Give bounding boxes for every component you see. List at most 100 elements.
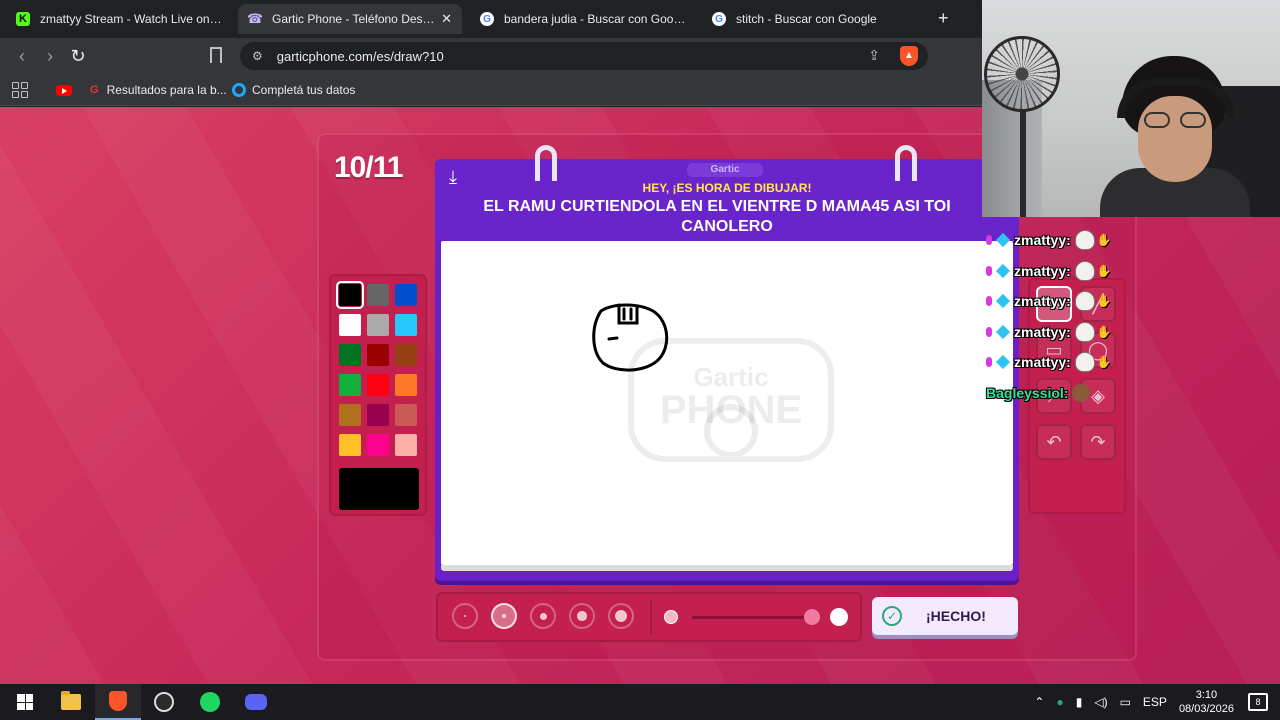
dog-emote-icon <box>1072 383 1091 402</box>
color-swatch[interactable] <box>395 314 417 336</box>
tab-title: Gartic Phone - Teléfono Descom <box>272 12 436 26</box>
reload-icon[interactable]: ↻ <box>68 46 88 66</box>
color-swatch[interactable] <box>395 374 417 396</box>
opacity-slider[interactable] <box>650 600 854 634</box>
ring-icon <box>232 83 246 97</box>
fan-stand <box>1020 110 1026 217</box>
color-swatch[interactable] <box>395 344 417 366</box>
opacity-track[interactable] <box>692 616 812 619</box>
brush-size-button[interactable] <box>491 603 517 629</box>
network-icon[interactable]: ● <box>1056 695 1063 709</box>
results-icon: G <box>90 84 99 96</box>
tab-google-bandera[interactable]: G bandera judia - Buscar con Google <box>470 4 696 34</box>
hands-emote-icon: ✋ <box>1096 263 1112 278</box>
undo-icon[interactable]: ↶ <box>1036 424 1072 460</box>
tab-kick[interactable]: K zmattyy Stream - Watch Live on Kick <box>6 4 234 34</box>
prompt-text-line1: EL RAMU CURTIENDOLA EN EL VIENTRE D MAMA… <box>483 198 951 215</box>
chevron-up-icon[interactable]: ⌃ <box>1034 695 1044 709</box>
brush-size-button[interactable] <box>452 603 478 629</box>
color-swatch[interactable] <box>339 374 361 396</box>
microphone-icon[interactable]: ▮ <box>1076 695 1083 709</box>
clock[interactable]: 3:10 08/03/2026 <box>1179 688 1234 716</box>
address-bar[interactable]: ⚙ garticphone.com/es/draw?10 ⇪ ▲ <box>240 42 928 70</box>
color-swatch[interactable] <box>339 344 361 366</box>
webcam-overlay <box>982 0 1280 217</box>
browser-toolbar: ‹ › ↻ ⚙ garticphone.com/es/draw?10 ⇪ ▲ <box>0 38 982 74</box>
gartic-logo: Gartic <box>687 163 763 177</box>
start-button[interactable] <box>2 684 48 720</box>
mic-badge-icon <box>986 357 992 367</box>
taskbar-brave[interactable] <box>95 684 141 720</box>
taskbar-explorer[interactable] <box>48 684 94 720</box>
glasses <box>1144 112 1208 128</box>
display-icon[interactable]: ▭ <box>1120 695 1131 709</box>
notification-icon[interactable]: 8 <box>1248 693 1268 711</box>
color-swatch[interactable] <box>339 314 361 336</box>
color-swatch[interactable] <box>339 434 361 456</box>
taskbar-discord[interactable] <box>233 684 279 720</box>
color-swatch[interactable] <box>395 404 417 426</box>
brave-icon <box>109 691 127 711</box>
hands-emote-icon: ✋ <box>1096 355 1112 369</box>
watermark-line2: PHONE <box>660 388 802 432</box>
folder-icon <box>61 691 81 710</box>
bookmark-youtube[interactable] <box>56 82 72 98</box>
bookmark-label: Completá tus datos <box>252 83 356 97</box>
hands-emote-icon: ✋ <box>1096 324 1112 339</box>
gem-badge-icon <box>995 232 1011 248</box>
tab-google-stitch[interactable]: G stitch - Buscar con Google <box>702 4 928 34</box>
color-swatch[interactable] <box>339 404 361 426</box>
language-indicator[interactable]: ESP <box>1143 695 1167 709</box>
redo-icon[interactable]: ↷ <box>1080 424 1116 460</box>
clock-date: 08/03/2026 <box>1178 703 1234 715</box>
taskbar-obs[interactable] <box>141 684 187 720</box>
current-color <box>339 468 419 510</box>
forward-icon[interactable]: › <box>40 46 60 66</box>
tab-strip: K zmattyy Stream - Watch Live on Kick ☎ … <box>0 0 982 38</box>
chat-username: zmattyy: <box>1014 323 1071 340</box>
brush-size-button[interactable] <box>569 603 595 629</box>
chat-username: zmattyy: <box>1014 293 1071 309</box>
done-button[interactable]: ✓ ¡HECHO! <box>872 597 1018 635</box>
windows-icon <box>17 694 33 710</box>
gem-badge-icon <box>995 293 1011 309</box>
color-swatch[interactable] <box>367 434 389 456</box>
bookmark-results[interactable]: G Resultados para la b... <box>90 82 227 98</box>
color-palette <box>329 274 427 516</box>
back-icon[interactable]: ‹ <box>12 46 32 66</box>
color-swatch[interactable] <box>395 284 417 306</box>
round-counter: 10/11 <box>334 151 403 184</box>
close-icon[interactable]: ✕ <box>435 11 452 27</box>
drawing-canvas[interactable]: Gartic PHONE <box>441 241 1013 565</box>
taskbar-spotify[interactable] <box>187 684 233 720</box>
gem-badge-icon <box>995 324 1011 339</box>
color-swatch[interactable] <box>367 374 389 396</box>
color-swatch[interactable] <box>367 404 389 426</box>
done-button-label: ¡HECHO! <box>926 608 986 624</box>
volume-icon[interactable]: ◁) <box>1094 695 1107 709</box>
bookmarks-bar: G Resultados para la b... Completá tus d… <box>0 74 982 106</box>
opacity-min-icon <box>664 610 678 624</box>
youtube-icon <box>56 84 72 96</box>
kick-icon: K <box>16 12 30 26</box>
color-swatch[interactable] <box>367 344 389 366</box>
new-tab-button[interactable]: + <box>938 9 949 27</box>
user-sketch <box>592 303 669 372</box>
share-icon[interactable]: ⇪ <box>868 47 880 64</box>
brave-shield-icon[interactable]: ▲ <box>900 46 918 66</box>
obs-icon <box>154 692 174 712</box>
ring-binder-icon <box>535 145 557 181</box>
apps-icon[interactable] <box>12 82 28 98</box>
tab-gartic[interactable]: ☎ Gartic Phone - Teléfono Descom ✕ <box>238 4 462 34</box>
gem-badge-icon <box>995 354 1011 370</box>
color-swatch[interactable] <box>367 284 389 306</box>
brush-size-button[interactable] <box>608 603 634 629</box>
opacity-knob[interactable] <box>804 609 820 625</box>
site-info-icon[interactable]: ⚙ <box>252 49 263 63</box>
bookmark-icon[interactable] <box>210 47 222 63</box>
color-swatch[interactable] <box>395 434 417 456</box>
bookmark-datos[interactable]: Completá tus datos <box>232 82 355 98</box>
brush-size-button[interactable] <box>530 603 556 629</box>
color-swatch[interactable] <box>336 281 364 309</box>
color-swatch[interactable] <box>367 314 389 336</box>
